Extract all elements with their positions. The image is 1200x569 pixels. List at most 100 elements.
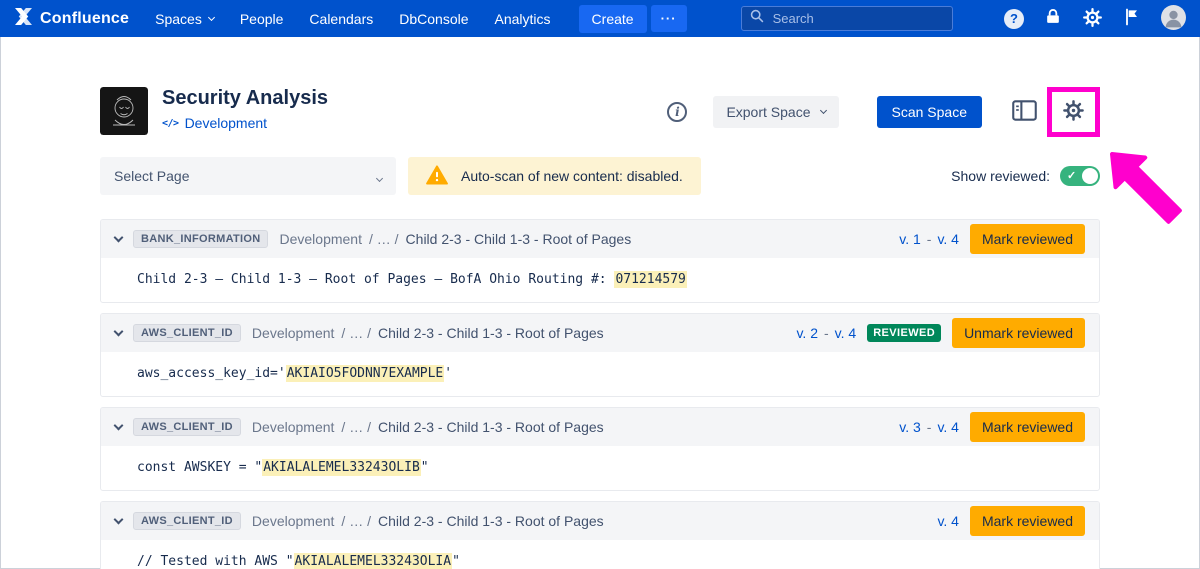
chevron-down-icon[interactable] <box>114 420 124 430</box>
controls-row: Select Page Auto-scan of new content: di… <box>100 157 1100 195</box>
mark-reviewed-button[interactable]: Mark reviewed <box>970 224 1085 254</box>
top-nav: Confluence Spaces People Calendars DbCon… <box>0 0 1200 37</box>
version-range: v. 1 - v. 4 <box>899 231 959 247</box>
unmark-reviewed-button[interactable]: Unmark reviewed <box>952 318 1085 348</box>
snippet-highlight: 071214579 <box>614 271 686 288</box>
flag-icon <box>1122 7 1142 30</box>
search-box[interactable] <box>741 6 953 31</box>
feedback-flag-button[interactable] <box>1122 7 1142 30</box>
finding-header[interactable]: AWS_CLIENT_ID Development / … / Child 2-… <box>101 502 1099 540</box>
help-icon: ? <box>1004 9 1024 29</box>
finding-breadcrumb: Development / … / Child 2-3 - Child 1-3 … <box>252 325 604 341</box>
restricted-access-button[interactable] <box>1043 7 1063 30</box>
snippet-highlight: AKIAIO5FODNN7EXAMPLE <box>286 365 445 382</box>
page-title: Security Analysis <box>162 87 328 110</box>
main-content: Security Analysis </> Development i Expo… <box>100 87 1100 569</box>
reviewed-badge: REVIEWED <box>867 324 941 342</box>
chevron-down-icon[interactable] <box>114 326 124 336</box>
user-avatar-button[interactable] <box>1161 5 1186 33</box>
chevron-down-icon <box>819 107 826 114</box>
nav-icon-group: ? <box>1004 5 1186 33</box>
version-from-link[interactable]: v. 3 <box>899 419 921 435</box>
nav-item-people[interactable]: People <box>240 11 284 27</box>
search-input[interactable] <box>771 10 951 27</box>
warning-text: Auto-scan of new content: disabled. <box>461 168 683 184</box>
breadcrumb-separator: / … / <box>369 231 399 247</box>
avatar <box>1161 5 1186 33</box>
show-reviewed-control: Show reviewed: ✓ <box>951 166 1100 186</box>
breadcrumb-separator: / … / <box>341 325 371 341</box>
annotation-highlight-box <box>1047 87 1100 137</box>
breadcrumb-page-link[interactable]: Child 2-3 - Child 1-3 - Root of Pages <box>378 513 604 529</box>
mark-reviewed-button[interactable]: Mark reviewed <box>970 506 1085 536</box>
lock-icon <box>1043 7 1063 30</box>
finding-row: AWS_CLIENT_ID Development / … / Child 2-… <box>100 313 1100 397</box>
breadcrumb-page-link[interactable]: Child 2-3 - Child 1-3 - Root of Pages <box>378 325 604 341</box>
finding-breadcrumb: Development / … / Child 2-3 - Child 1-3 … <box>252 513 604 529</box>
confluence-logo-icon <box>14 8 33 30</box>
autoscan-warning-banner: Auto-scan of new content: disabled. <box>408 157 701 195</box>
finding-breadcrumb: Development / … / Child 2-3 - Child 1-3 … <box>252 419 604 435</box>
version-dash: - <box>927 231 932 247</box>
info-icon[interactable]: i <box>667 102 687 122</box>
version-range: v. 4 <box>937 513 959 529</box>
breadcrumb-page-link[interactable]: Child 2-3 - Child 1-3 - Root of Pages <box>378 419 604 435</box>
more-menu-button[interactable]: ··· <box>651 5 687 32</box>
space-settings-button[interactable] <box>1062 99 1085 125</box>
finding-header[interactable]: BANK_INFORMATION Development / … / Child… <box>101 220 1099 258</box>
create-button[interactable]: Create <box>579 5 647 33</box>
breadcrumb-root: Development <box>252 513 335 529</box>
gear-icon <box>1082 7 1103 31</box>
nav-item-dbconsole[interactable]: DbConsole <box>399 11 468 27</box>
finding-snippet: Child 2-3 – Child 1-3 – Root of Pages – … <box>137 271 687 288</box>
chevron-down-icon[interactable] <box>114 514 124 524</box>
finding-row: AWS_CLIENT_ID Development / … / Child 2-… <box>100 501 1100 569</box>
nav-item-calendars[interactable]: Calendars <box>309 11 373 27</box>
version-to-link[interactable]: v. 4 <box>835 325 857 341</box>
toggle-knob <box>1082 168 1098 184</box>
header-actions: i Export Space Scan Space <box>667 87 1100 137</box>
space-titles: Security Analysis </> Development <box>162 87 328 131</box>
version-from-link[interactable]: v. 2 <box>796 325 818 341</box>
breadcrumb-root: Development <box>252 325 335 341</box>
warning-icon <box>426 165 448 188</box>
help-button[interactable]: ? <box>1004 9 1024 29</box>
breadcrumb-separator: / … / <box>341 419 371 435</box>
annotation-arrow <box>1094 136 1192 234</box>
breadcrumb-page-link[interactable]: Child 2-3 - Child 1-3 - Root of Pages <box>406 231 632 247</box>
show-reviewed-toggle[interactable]: ✓ <box>1060 166 1100 186</box>
select-page-dropdown[interactable]: Select Page <box>100 157 396 195</box>
finding-body: // Tested with AWS "AKIALALEMEL33243OLIA… <box>101 540 1099 569</box>
breadcrumb-root: Development <box>252 419 335 435</box>
scan-space-button[interactable]: Scan Space <box>877 96 983 128</box>
gear-icon <box>1062 99 1085 125</box>
finding-header[interactable]: AWS_CLIENT_ID Development / … / Child 2-… <box>101 408 1099 446</box>
show-reviewed-label: Show reviewed: <box>951 168 1050 184</box>
version-from-link[interactable]: v. 1 <box>899 231 921 247</box>
version-to-link[interactable]: v. 4 <box>937 231 959 247</box>
version-dash: - <box>927 419 932 435</box>
finding-row: BANK_INFORMATION Development / … / Child… <box>100 219 1100 303</box>
nav-item-spaces[interactable]: Spaces <box>155 11 214 27</box>
space-link[interactable]: Development <box>185 115 268 131</box>
finding-snippet: // Tested with AWS "AKIALALEMEL33243OLIA… <box>137 553 460 569</box>
finding-header[interactable]: AWS_CLIENT_ID Development / … / Child 2-… <box>101 314 1099 352</box>
finding-body: const AWSKEY = "AKIALALEMEL33243OLIB" <box>101 446 1099 490</box>
admin-settings-button[interactable] <box>1082 7 1103 31</box>
version-to-link[interactable]: v. 4 <box>937 419 959 435</box>
chevron-down-icon[interactable] <box>114 232 124 242</box>
chevron-down-icon <box>208 13 215 20</box>
confluence-home-link[interactable]: Confluence <box>14 8 129 30</box>
finding-snippet: aws_access_key_id='AKIAIO5FODNN7EXAMPLE' <box>137 365 452 382</box>
finding-snippet: const AWSKEY = "AKIALALEMEL33243OLIB" <box>137 459 429 476</box>
side-panel-toggle-button[interactable] <box>1012 100 1037 124</box>
export-space-button[interactable]: Export Space <box>713 96 838 128</box>
space-header: Security Analysis </> Development i Expo… <box>100 87 1100 137</box>
version-from-link[interactable]: v. 4 <box>937 513 959 529</box>
nav-item-analytics[interactable]: Analytics <box>495 11 551 27</box>
finding-body: Child 2-3 – Child 1-3 – Root of Pages – … <box>101 258 1099 302</box>
finding-type-badge: AWS_CLIENT_ID <box>133 324 241 342</box>
breadcrumb-separator: / … / <box>341 513 371 529</box>
mark-reviewed-button[interactable]: Mark reviewed <box>970 412 1085 442</box>
check-icon: ✓ <box>1067 169 1076 182</box>
